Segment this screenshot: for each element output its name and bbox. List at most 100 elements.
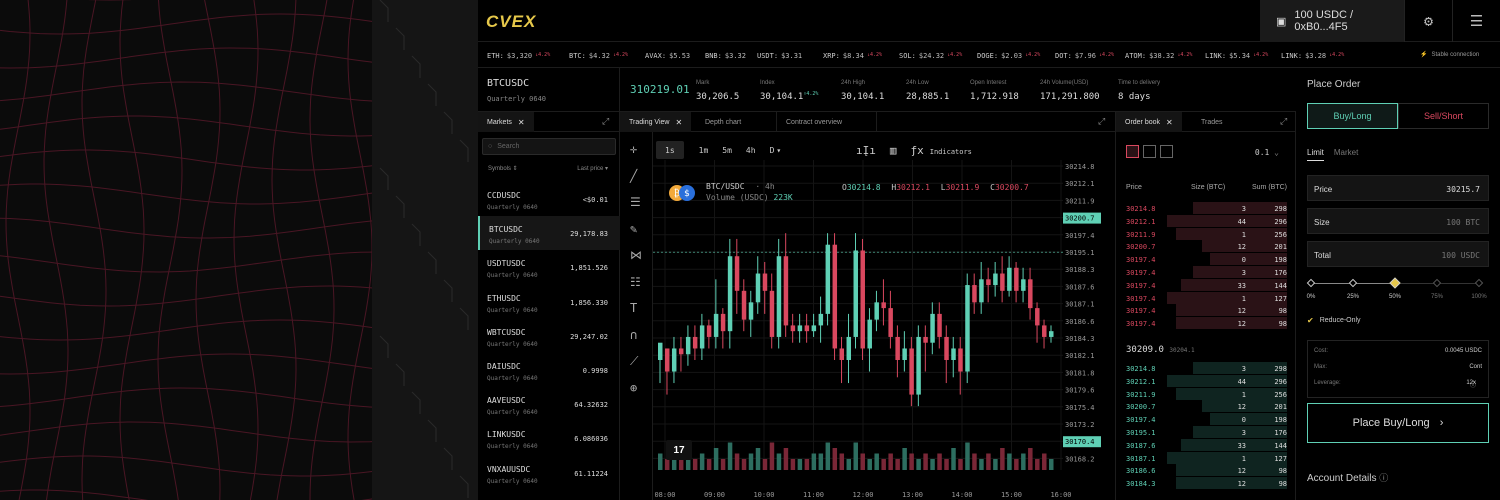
asks-row[interactable]: 30212.1 44 296: [1116, 214, 1287, 228]
timeframe-4h[interactable]: 4h: [739, 141, 763, 159]
bar-chart-icon[interactable]: ▥: [890, 144, 897, 157]
bids-row[interactable]: 30212.1 44 296: [1116, 374, 1287, 388]
menu-icon[interactable]: ☰: [1452, 0, 1500, 42]
col-symbols[interactable]: Symbols ⇕: [488, 165, 518, 172]
asks-row[interactable]: 30211.9 1 256: [1116, 227, 1287, 241]
asks-row[interactable]: 30200.7 12 201: [1116, 240, 1287, 253]
ticker-item[interactable]: ETH: $3,320 ↓4.2%: [487, 52, 550, 60]
asks-row[interactable]: 30197.4 3 176: [1116, 266, 1287, 279]
ticker-item[interactable]: LINK: $3.28 ↓4.2%: [1281, 52, 1344, 60]
chevron-down-icon[interactable]: ▾: [776, 141, 781, 159]
market-row[interactable]: LINKUSDC Quarterly 0640 6.086036: [478, 421, 620, 455]
slider-mark[interactable]: [1474, 278, 1484, 288]
asks-row[interactable]: 30197.4 12 98: [1116, 304, 1287, 317]
expand-icon[interactable]: ⤢: [1098, 116, 1105, 127]
zoom-icon[interactable]: ⊕: [630, 381, 637, 395]
slider-mark[interactable]: [1348, 278, 1358, 288]
asks-row[interactable]: 30214.8 3 298: [1116, 202, 1287, 215]
ticker-item[interactable]: DOT: $7.96 ↓4.2%: [1055, 52, 1114, 60]
candle-type-icon[interactable]: ıĮı: [856, 144, 876, 157]
ticker-item[interactable]: BNB: $3.32: [705, 52, 749, 60]
ticker-item[interactable]: DOGE: $2.03 ↓4.2%: [977, 52, 1040, 60]
bids-row[interactable]: 30187.6 33 144: [1116, 438, 1287, 452]
asks-row[interactable]: 30197.4 12 98: [1116, 317, 1287, 330]
place-buy-long-button[interactable]: Place Buy/Long ›: [1307, 403, 1489, 443]
step-select[interactable]: 0.1 ⌄: [1255, 148, 1279, 157]
orderbook-tab[interactable]: Order book ✕: [1116, 112, 1182, 132]
ticker-item[interactable]: ATOM: $38.32 ↓4.2%: [1125, 52, 1192, 60]
crosshair-icon[interactable]: ✛: [630, 142, 637, 156]
close-icon[interactable]: ✕: [675, 118, 682, 127]
ticker-item[interactable]: SOL: $24.32 ↓4.2%: [899, 52, 962, 60]
timeframe-5m[interactable]: 5m: [715, 141, 739, 159]
bids-row[interactable]: 30211.9 1 256: [1116, 387, 1287, 401]
brush-icon[interactable]: ✎: [630, 222, 637, 236]
total-field[interactable]: Total 100 USDC: [1307, 241, 1489, 267]
expand-icon[interactable]: ⤢: [602, 116, 609, 127]
size-slider[interactable]: 0% 25% 50% 75% 100%: [1306, 277, 1487, 308]
account-details[interactable]: Account Details ⓘ: [1307, 471, 1388, 484]
bids-row[interactable]: 30195.1 3 176: [1116, 426, 1287, 439]
trendline-icon[interactable]: ╱: [630, 169, 637, 183]
close-icon[interactable]: ✕: [1166, 118, 1173, 127]
text-icon[interactable]: T: [630, 301, 637, 315]
bids-view-icon[interactable]: [1160, 145, 1173, 158]
asks-row[interactable]: 30197.4 0 198: [1116, 253, 1287, 266]
logo[interactable]: CVEX: [486, 12, 536, 32]
gear-icon[interactable]: ⚙: [1404, 0, 1452, 42]
ticker-item[interactable]: BTC: $4.32 ↓4.2%: [569, 52, 628, 60]
fib-icon[interactable]: ☰: [630, 195, 641, 209]
chart-tab[interactable]: Contract overview: [777, 112, 877, 132]
expand-icon[interactable]: ⤢: [1280, 116, 1287, 127]
ticker-item[interactable]: USDT: $3.31: [757, 52, 805, 60]
indicators-button[interactable]: ƒx Indicators: [911, 144, 972, 157]
reduce-only-checkbox[interactable]: ✔ Reduce-Only: [1307, 316, 1361, 325]
bids-row[interactable]: 30214.8 3 298: [1116, 362, 1287, 375]
market-row[interactable]: VNXAUUSDC Quarterly 0640 61.11224: [478, 456, 620, 490]
market-row[interactable]: CCDUSDC Quarterly 0640 <$0.01: [478, 182, 620, 216]
slider-mark[interactable]: [1306, 278, 1316, 288]
col-last-price[interactable]: Last price ▾: [577, 165, 608, 172]
market-row[interactable]: ETHUSDC Quarterly 0640 1,856.330: [478, 285, 620, 319]
price-field[interactable]: Price 30215.7: [1307, 175, 1489, 201]
slider-mark[interactable]: [1389, 277, 1401, 289]
market-row[interactable]: AAVEUSDC Quarterly 0640 64.32632: [478, 387, 620, 421]
asks-view-icon[interactable]: [1143, 145, 1156, 158]
timeframe-1m[interactable]: 1m: [692, 141, 716, 159]
market-row[interactable]: USDTUSDC Quarterly 0640 1,851.526: [478, 250, 620, 284]
orderbook-tab[interactable]: Trades: [1192, 112, 1232, 132]
ticker-item[interactable]: LINK: $5.34 ↓4.2%: [1205, 52, 1268, 60]
asks-row[interactable]: 30197.4 1 127: [1116, 291, 1287, 305]
symbol-header[interactable]: BTCUSDC Quarterly 0640: [478, 68, 620, 112]
tab-markets[interactable]: Markets ✕: [478, 112, 534, 132]
size-field[interactable]: Size 100 BTC: [1307, 208, 1489, 234]
buy-long-tab[interactable]: Buy/Long: [1307, 103, 1398, 129]
slider-mark[interactable]: [1432, 278, 1442, 288]
asks-row[interactable]: 30197.4 33 144: [1116, 278, 1287, 292]
market-row[interactable]: BTCUSDC Quarterly 0640 29,178.83: [478, 216, 620, 251]
bids-row[interactable]: 30186.6 12 98: [1116, 464, 1287, 477]
candlestick-chart[interactable]: 30214.8 30212.1 30211.9 30200.7 30197.4 30195…: [653, 160, 1116, 500]
tab-limit[interactable]: Limit: [1307, 148, 1324, 161]
bids-row[interactable]: 30200.7 12 201: [1116, 400, 1287, 413]
market-row[interactable]: DAIUSDC Quarterly 0640 0.9998: [478, 353, 620, 387]
bids-row[interactable]: 30184.3 12 98: [1116, 477, 1287, 490]
market-row[interactable]: WBTCUSDC Quarterly 0640 29,247.02: [478, 319, 620, 353]
info-icon[interactable]: ⓘ: [1470, 380, 1476, 389]
measure-icon[interactable]: ☷: [630, 275, 641, 289]
ticker-item[interactable]: XRP: $8.34 ↓4.2%: [823, 52, 882, 60]
pattern-icon[interactable]: ⋈: [630, 248, 642, 262]
wallet-button[interactable]: ▣ 100 USDC / 0xB0...4F5: [1260, 0, 1404, 42]
chart-tab[interactable]: Depth chart: [696, 112, 777, 132]
tab-market[interactable]: Market: [1334, 148, 1358, 161]
magnet-icon[interactable]: ∩: [630, 328, 637, 342]
bids-row[interactable]: 30197.4 0 198: [1116, 413, 1287, 426]
chart-tab[interactable]: Trading View ✕: [620, 112, 692, 132]
search-input[interactable]: ○ Search: [482, 138, 616, 155]
both-view-icon[interactable]: [1126, 145, 1139, 158]
close-icon[interactable]: ✕: [518, 118, 525, 127]
ticker-item[interactable]: AVAX: $5.53: [645, 52, 693, 60]
timeframe-1s[interactable]: 1s: [656, 141, 684, 159]
sell-short-tab[interactable]: Sell/Short: [1398, 103, 1489, 129]
ruler-icon[interactable]: ⟋: [630, 354, 638, 369]
